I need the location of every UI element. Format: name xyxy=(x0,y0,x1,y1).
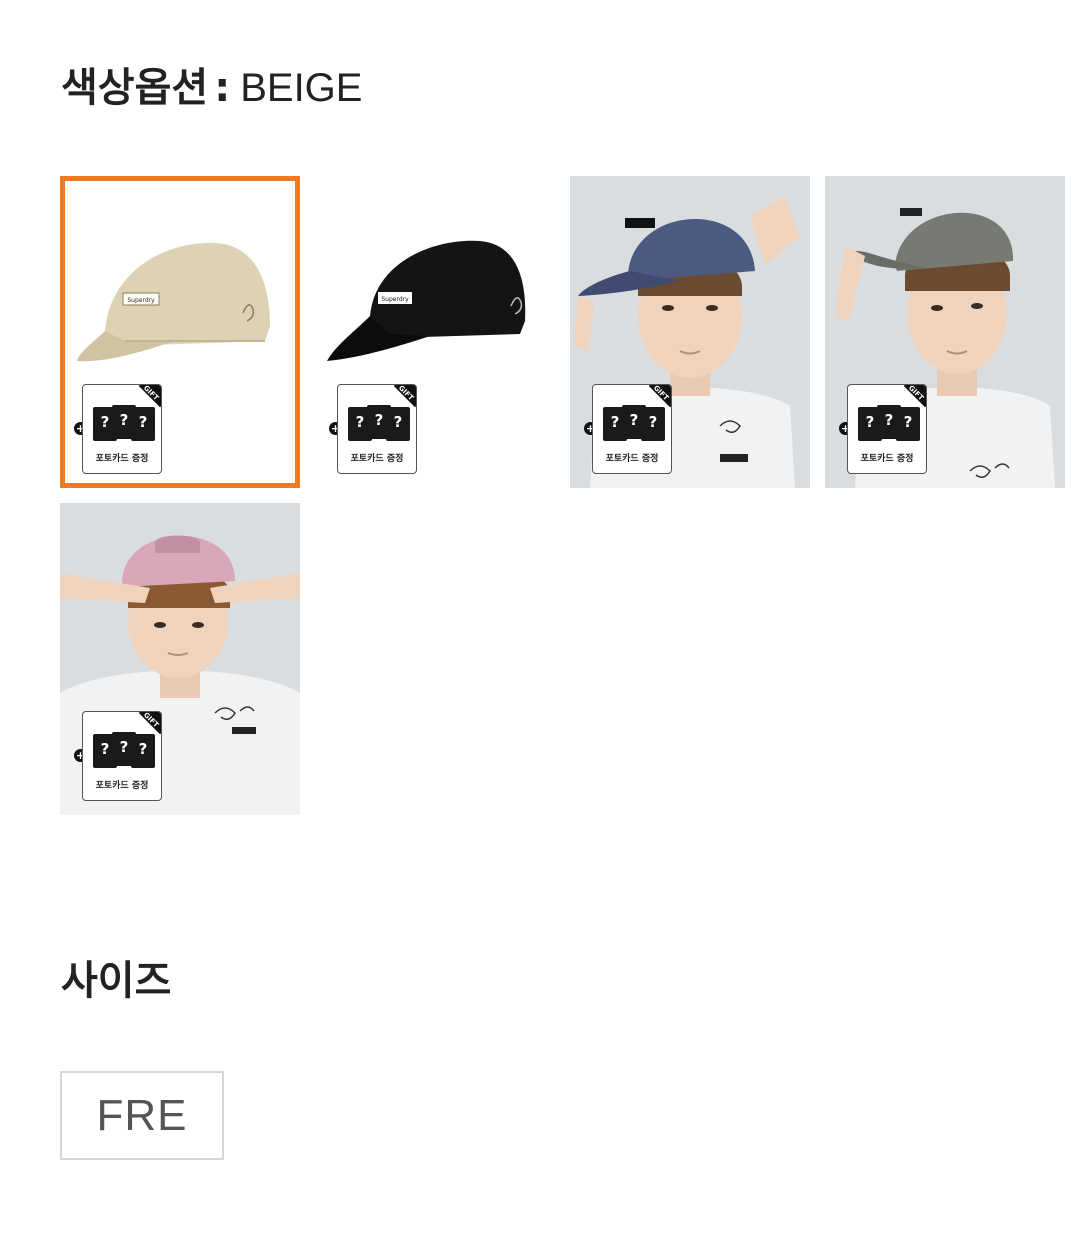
color-swatch-black[interactable]: Superdry + GIFT ? ? ? 포토카드 증정 xyxy=(315,176,555,488)
cap-logo-text: Superdry xyxy=(127,297,155,304)
photocard-gift-badge: + GIFT ? ? ? 포토카드 증정 xyxy=(74,384,170,476)
cap-logo-text: Superdry xyxy=(381,296,409,303)
gift-caption: 포토카드 증정 xyxy=(860,454,914,464)
color-option-label: 색상옵션 xyxy=(61,65,209,111)
color-swatch-charcoal[interactable]: + GIFT ? ? ? 포토카드 증정 xyxy=(825,176,1065,488)
gift-caption: 포토카드 증정 xyxy=(95,454,149,464)
photocard-gift-badge: + GIFT ? ? ? 포토카드 증정 xyxy=(584,384,680,476)
gift-caption: 포토카드 증정 xyxy=(350,454,404,464)
photocard-icon: ? ? ? xyxy=(348,405,410,441)
size-option-free-button[interactable]: FRE xyxy=(60,1071,224,1160)
color-swatch-navy[interactable]: + GIFT ? ? ? 포토카드 증정 xyxy=(570,176,810,488)
color-option-heading: 색상옵션: BEIGE xyxy=(61,62,362,114)
photocard-icon: ? ? ? xyxy=(858,405,920,441)
color-swatch-pink[interactable]: + GIFT ? ? ? 포토카드 증정 xyxy=(60,503,300,815)
photocard-icon: ? ? ? xyxy=(603,405,665,441)
photocard-gift-badge: + GIFT ? ? ? 포토카드 증정 xyxy=(74,711,170,803)
color-option-separator: : xyxy=(214,65,231,111)
color-swatch-beige[interactable]: Superdry + GIFT ? ? ? 포토카드 증정 xyxy=(60,176,300,488)
size-option-heading: 사이즈 xyxy=(61,958,172,1004)
photocard-icon: ? ? ? xyxy=(93,405,155,441)
gift-caption: 포토카드 증정 xyxy=(95,781,149,791)
gift-caption: 포토카드 증정 xyxy=(605,454,659,464)
photocard-gift-badge: + GIFT ? ? ? 포토카드 증정 xyxy=(329,384,425,476)
photocard-icon: ? ? ? xyxy=(93,732,155,768)
selected-color-value: BEIGE xyxy=(240,66,363,110)
photocard-gift-badge: + GIFT ? ? ? 포토카드 증정 xyxy=(839,384,935,476)
